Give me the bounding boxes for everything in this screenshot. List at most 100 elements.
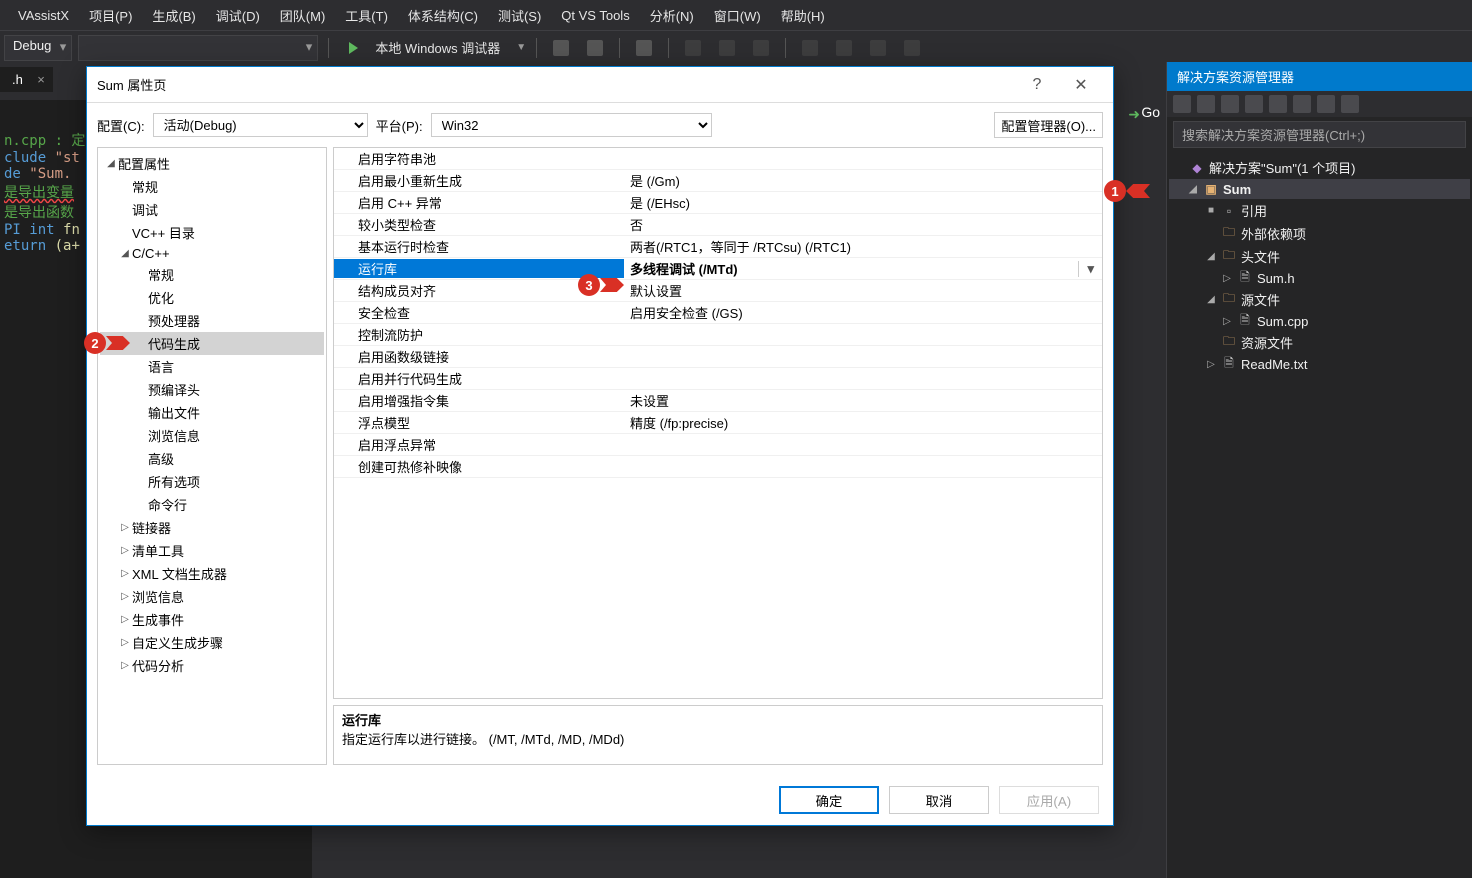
start-debug-button[interactable] bbox=[339, 35, 367, 61]
expand-icon[interactable]: ▷ bbox=[1221, 273, 1233, 284]
search-input[interactable]: 搜索解决方案资源管理器(Ctrl+;) bbox=[1173, 121, 1466, 148]
property-row[interactable]: 启用字符串池 bbox=[334, 148, 1102, 170]
category-node[interactable]: 常规 bbox=[100, 263, 324, 286]
toolbar-icon[interactable] bbox=[713, 35, 741, 61]
menu-project[interactable]: 项目(P) bbox=[79, 2, 142, 29]
toolbar-icon[interactable] bbox=[679, 35, 707, 61]
editor-tab[interactable]: .h × bbox=[0, 67, 53, 92]
menu-vassistx[interactable]: VAssistX bbox=[8, 4, 79, 27]
category-node[interactable]: 输出文件 bbox=[100, 401, 324, 424]
tree-item[interactable]: ▷🗎ReadMe.txt bbox=[1169, 354, 1470, 374]
category-node[interactable]: ▷浏览信息 bbox=[100, 585, 324, 608]
category-node[interactable]: ▷清单工具 bbox=[100, 539, 324, 562]
property-value[interactable]: 两者(/RTC1，等同于 /RTCsu) (/RTC1) bbox=[624, 237, 1102, 256]
property-row[interactable]: 浮点模型精度 (/fp:precise) bbox=[334, 412, 1102, 434]
toolbar-icon[interactable] bbox=[630, 35, 658, 61]
property-row[interactable]: 运行库多线程调试 (/MTd)▾ bbox=[334, 258, 1102, 280]
expand-icon[interactable]: ▷ bbox=[1205, 359, 1217, 370]
refresh-icon[interactable] bbox=[1197, 95, 1215, 113]
property-value[interactable]: 否 bbox=[624, 215, 1102, 234]
toolbar-icon[interactable] bbox=[830, 35, 858, 61]
menu-debug[interactable]: 调试(D) bbox=[206, 2, 270, 29]
toolbar-icon[interactable] bbox=[747, 35, 775, 61]
category-node[interactable]: VC++ 目录 bbox=[100, 221, 324, 244]
close-button[interactable]: ✕ bbox=[1059, 70, 1103, 100]
category-node[interactable]: 高级 bbox=[100, 447, 324, 470]
toolbar-icon[interactable] bbox=[898, 35, 926, 61]
ok-button[interactable]: 确定 bbox=[779, 786, 879, 814]
tree-item[interactable]: 🗀资源文件 bbox=[1169, 331, 1470, 354]
category-node[interactable]: 常规 bbox=[100, 175, 324, 198]
dialog-titlebar[interactable]: Sum 属性页 ? ✕ bbox=[87, 67, 1113, 103]
chevron-down-icon[interactable]: ▼ bbox=[516, 42, 526, 53]
category-node[interactable]: 预编译头 bbox=[100, 378, 324, 401]
go-label[interactable]: Go bbox=[1141, 104, 1160, 120]
tree-item[interactable]: ▷🗎Sum.cpp bbox=[1169, 311, 1470, 331]
chevron-down-icon[interactable]: ▾ bbox=[1078, 261, 1102, 277]
tree-item[interactable]: ■▫引用 bbox=[1169, 199, 1470, 222]
expand-icon[interactable]: ▷ bbox=[118, 522, 132, 533]
platform-dropdown[interactable] bbox=[78, 35, 318, 61]
config-dropdown[interactable]: Debug bbox=[4, 35, 72, 61]
property-grid[interactable]: 启用字符串池启用最小重新生成是 (/Gm)启用 C++ 异常是 (/EHsc)较… bbox=[333, 147, 1103, 699]
category-node[interactable]: 代码生成 bbox=[100, 332, 324, 355]
property-row[interactable]: 结构成员对齐默认设置 bbox=[334, 280, 1102, 302]
tree-solution-root[interactable]: ◆ 解决方案"Sum"(1 个项目) bbox=[1169, 156, 1470, 179]
toolbar-icon[interactable] bbox=[864, 35, 892, 61]
property-row[interactable]: 控制流防护 bbox=[334, 324, 1102, 346]
menu-tools[interactable]: 工具(T) bbox=[335, 2, 398, 29]
expand-icon[interactable]: ◢ bbox=[104, 158, 118, 169]
menu-build[interactable]: 生成(B) bbox=[142, 2, 205, 29]
property-value[interactable]: 是 (/Gm) bbox=[624, 171, 1102, 190]
tree-project[interactable]: ◢ ▣ Sum bbox=[1169, 179, 1470, 199]
category-node[interactable]: ◢C/C++ bbox=[100, 244, 324, 263]
property-value[interactable]: 启用安全检查 (/GS) bbox=[624, 303, 1102, 322]
expand-icon[interactable]: ▷ bbox=[118, 614, 132, 625]
expand-icon[interactable]: ◢ bbox=[118, 248, 132, 259]
solution-tree[interactable]: ◆ 解决方案"Sum"(1 个项目) ◢ ▣ Sum ■▫引用🗀外部依赖项◢🗀头… bbox=[1167, 152, 1472, 378]
property-value[interactable]: 精度 (/fp:precise) bbox=[624, 413, 1102, 432]
category-node[interactable]: ▷XML 文档生成器 bbox=[100, 562, 324, 585]
category-node[interactable]: 调试 bbox=[100, 198, 324, 221]
property-row[interactable]: 启用最小重新生成是 (/Gm) bbox=[334, 170, 1102, 192]
expand-icon[interactable]: ▷ bbox=[118, 568, 132, 579]
category-node[interactable]: ▷代码分析 bbox=[100, 654, 324, 677]
apply-button[interactable]: 应用(A) bbox=[999, 786, 1099, 814]
config-manager-button[interactable]: 配置管理器(O)... bbox=[994, 112, 1103, 138]
expand-icon[interactable]: ◢ bbox=[1205, 251, 1217, 262]
cancel-button[interactable]: 取消 bbox=[889, 786, 989, 814]
show-all-icon[interactable] bbox=[1245, 95, 1263, 113]
sync-icon[interactable] bbox=[1221, 95, 1239, 113]
category-tree[interactable]: ◢配置属性常规调试VC++ 目录◢C/C++常规优化预处理器代码生成语言预编译头… bbox=[97, 147, 327, 765]
expand-icon[interactable]: ▷ bbox=[118, 545, 132, 556]
tree-item[interactable]: ◢🗀头文件 bbox=[1169, 245, 1470, 268]
category-node[interactable]: ◢配置属性 bbox=[100, 152, 324, 175]
property-value[interactable]: 默认设置 bbox=[624, 281, 1102, 300]
toolbar-icon[interactable] bbox=[581, 35, 609, 61]
close-icon[interactable]: × bbox=[37, 72, 45, 87]
toolbar-icon[interactable] bbox=[547, 35, 575, 61]
config-select[interactable]: 活动(Debug) bbox=[153, 113, 368, 137]
category-node[interactable]: 预处理器 bbox=[100, 309, 324, 332]
help-button[interactable]: ? bbox=[1015, 70, 1059, 100]
category-node[interactable]: ▷自定义生成步骤 bbox=[100, 631, 324, 654]
category-node[interactable]: 所有选项 bbox=[100, 470, 324, 493]
property-value[interactable]: 多线程调试 (/MTd)▾ bbox=[624, 259, 1102, 278]
toolbar-icon[interactable] bbox=[796, 35, 824, 61]
property-row[interactable]: 启用函数级链接 bbox=[334, 346, 1102, 368]
tree-item[interactable]: ▷🗎Sum.h bbox=[1169, 268, 1470, 288]
property-row[interactable]: 启用浮点异常 bbox=[334, 434, 1102, 456]
category-node[interactable]: 命令行 bbox=[100, 493, 324, 516]
category-node[interactable]: ▷生成事件 bbox=[100, 608, 324, 631]
menu-window[interactable]: 窗口(W) bbox=[704, 2, 771, 29]
menu-test[interactable]: 测试(S) bbox=[488, 2, 551, 29]
collapse-icon[interactable] bbox=[1317, 95, 1335, 113]
expand-icon[interactable]: ▷ bbox=[1221, 316, 1233, 327]
category-node[interactable]: ▷链接器 bbox=[100, 516, 324, 539]
property-value[interactable]: 是 (/EHsc) bbox=[624, 193, 1102, 212]
menu-qtvstools[interactable]: Qt VS Tools bbox=[551, 4, 639, 27]
home-icon[interactable] bbox=[1173, 95, 1191, 113]
debugger-label[interactable]: 本地 Windows 调试器 bbox=[373, 38, 506, 57]
property-value[interactable]: 未设置 bbox=[624, 391, 1102, 410]
menu-architecture[interactable]: 体系结构(C) bbox=[398, 2, 488, 29]
